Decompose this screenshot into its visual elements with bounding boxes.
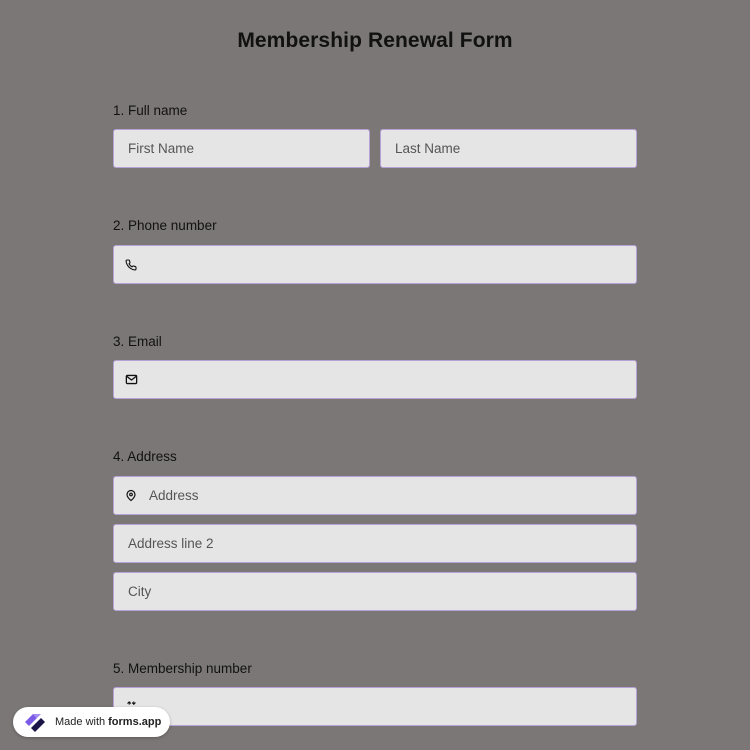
address-line-2-field[interactable]	[113, 524, 637, 563]
last-name-field[interactable]	[380, 129, 637, 168]
address-field[interactable]	[113, 476, 637, 515]
first-name-field[interactable]	[113, 129, 370, 168]
membership-number-field[interactable]	[113, 687, 637, 726]
question-label-full-name: 1. Full name	[113, 103, 188, 118]
question-label-address: 4. Address	[113, 449, 177, 464]
address-line-2-input[interactable]	[114, 525, 636, 562]
email-field[interactable]	[113, 360, 637, 399]
membership-number-input[interactable]	[138, 688, 636, 725]
first-name-input[interactable]	[114, 130, 369, 167]
phone-input[interactable]	[138, 246, 636, 283]
badge-prefix: Made with	[55, 716, 106, 728]
badge-brand: forms.app	[108, 716, 162, 728]
question-label-membership-number: 5. Membership number	[113, 661, 252, 676]
address-input[interactable]	[138, 477, 636, 514]
forms-app-logo-icon	[21, 710, 49, 734]
location-pin-icon	[124, 489, 138, 503]
mail-icon	[124, 373, 138, 387]
last-name-input[interactable]	[381, 130, 636, 167]
question-label-email: 3. Email	[113, 334, 162, 349]
form-title: Membership Renewal Form	[237, 29, 513, 52]
made-with-forms-app-badge[interactable]: Made with forms.app	[13, 707, 170, 737]
city-input[interactable]	[114, 573, 636, 610]
phone-field[interactable]	[113, 245, 637, 284]
question-label-phone: 2. Phone number	[113, 218, 217, 233]
email-input[interactable]	[138, 361, 636, 398]
city-field[interactable]	[113, 572, 637, 611]
form-page: Membership Renewal Form 1. Full name 2. …	[0, 0, 750, 750]
phone-icon	[124, 258, 138, 272]
